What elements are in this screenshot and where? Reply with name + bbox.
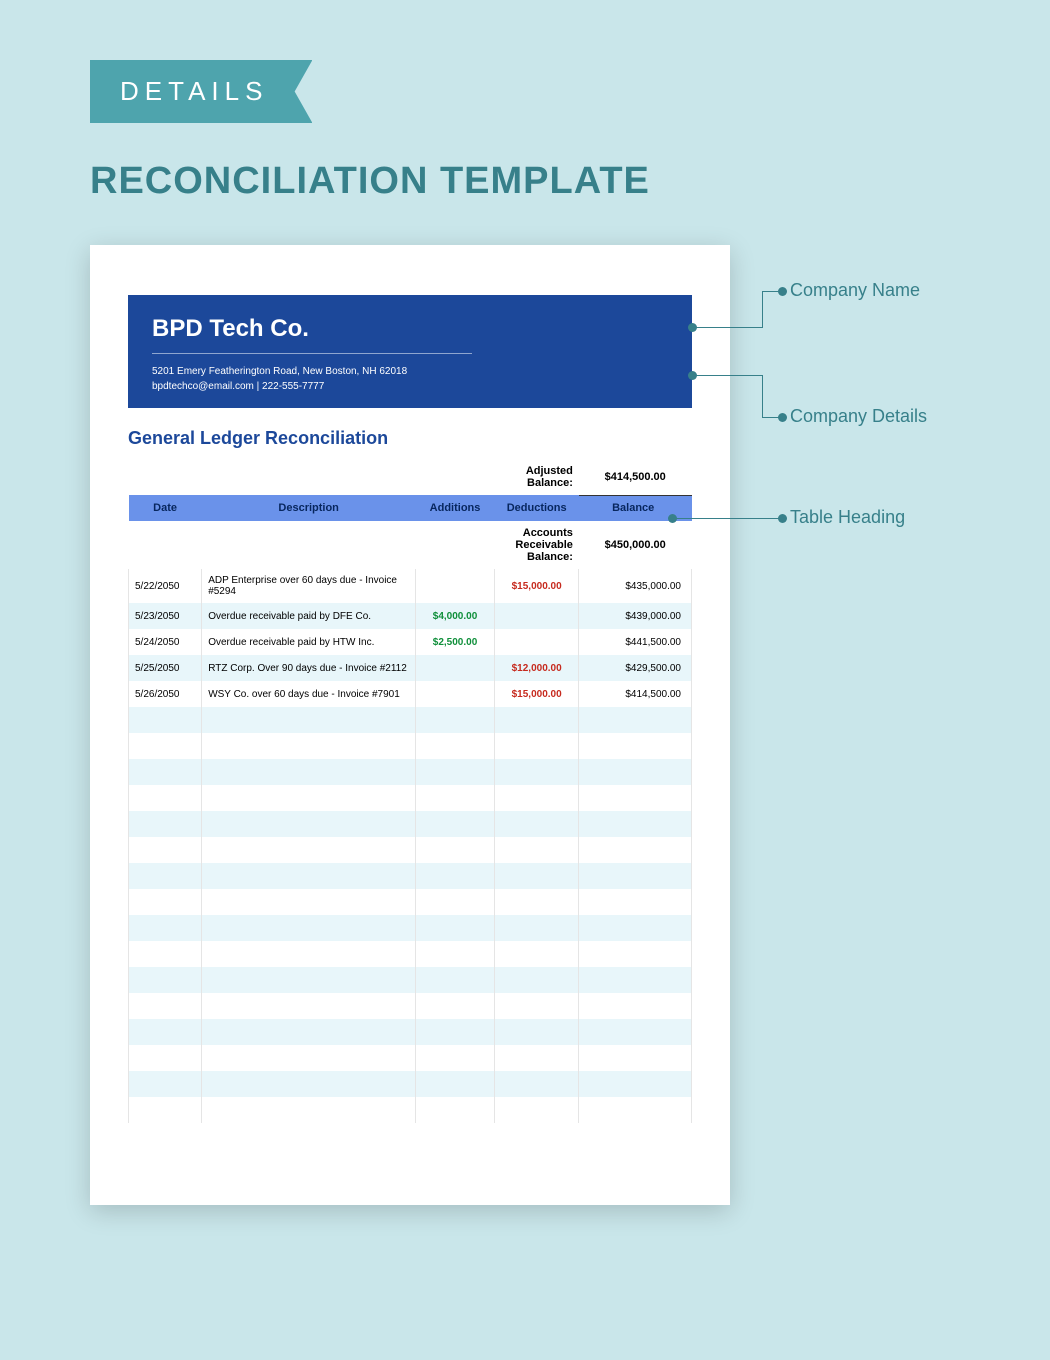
table-row: 5/25/2050RTZ Corp. Over 90 days due - In… xyxy=(129,655,692,681)
cell-bal: $429,500.00 xyxy=(579,655,692,681)
cell-add: $2,500.00 xyxy=(416,629,495,655)
cell-bal: $435,000.00 xyxy=(579,569,692,603)
cell-add xyxy=(416,569,495,603)
table-row: 5/26/2050WSY Co. over 60 days due - Invo… xyxy=(129,681,692,707)
company-name: BPD Tech Co. xyxy=(152,315,309,353)
table-row-empty xyxy=(129,1045,692,1071)
cell-bal: $414,500.00 xyxy=(579,681,692,707)
dot-icon xyxy=(778,413,787,422)
page-title: RECONCILIATION TEMPLATE xyxy=(90,160,650,203)
ar-label: Accounts Receivable Balance: xyxy=(494,521,578,569)
table-row-empty xyxy=(129,707,692,733)
col-add: Additions xyxy=(416,495,495,521)
cell-desc: WSY Co. over 60 days due - Invoice #7901 xyxy=(202,681,416,707)
adjusted-label: Adjusted Balance: xyxy=(494,459,578,495)
cell-desc: RTZ Corp. Over 90 days due - Invoice #21… xyxy=(202,655,416,681)
cell-desc: ADP Enterprise over 60 days due - Invoic… xyxy=(202,569,416,603)
table-row-empty xyxy=(129,785,692,811)
company-address: 5201 Emery Featherington Road, New Bosto… xyxy=(152,364,668,379)
cell-bal: $441,500.00 xyxy=(579,629,692,655)
template-page: BPD Tech Co. 5201 Emery Featherington Ro… xyxy=(90,245,730,1205)
anno-company-details: Company Details xyxy=(790,406,927,427)
col-ded: Deductions xyxy=(494,495,578,521)
cell-date: 5/26/2050 xyxy=(129,681,202,707)
table-row-empty xyxy=(129,1019,692,1045)
anno-table-heading: Table Heading xyxy=(790,507,905,528)
adjusted-value: $414,500.00 xyxy=(579,459,692,495)
dot-icon xyxy=(778,287,787,296)
leader-line xyxy=(693,375,763,376)
cell-desc: Overdue receivable paid by HTW Inc. xyxy=(202,629,416,655)
leader-line xyxy=(693,327,763,328)
table-header-row: Date Description Additions Deductions Ba… xyxy=(129,495,692,521)
cell-date: 5/22/2050 xyxy=(129,569,202,603)
anno-company-name: Company Name xyxy=(790,280,920,301)
adjusted-balance-row: Adjusted Balance: $414,500.00 xyxy=(129,459,692,495)
table-row-empty xyxy=(129,759,692,785)
table-row-empty xyxy=(129,1097,692,1123)
table-row-empty xyxy=(129,863,692,889)
cell-date: 5/23/2050 xyxy=(129,603,202,629)
table-row-empty xyxy=(129,941,692,967)
table-row-empty xyxy=(129,811,692,837)
table-row-empty xyxy=(129,733,692,759)
cell-date: 5/24/2050 xyxy=(129,629,202,655)
leader-line xyxy=(762,375,763,417)
company-header: BPD Tech Co. 5201 Emery Featherington Ro… xyxy=(128,295,692,408)
col-date: Date xyxy=(129,495,202,521)
cell-desc: Overdue receivable paid by DFE Co. xyxy=(202,603,416,629)
table-row: 5/23/2050Overdue receivable paid by DFE … xyxy=(129,603,692,629)
cell-ded: $12,000.00 xyxy=(494,655,578,681)
table-row-empty xyxy=(129,915,692,941)
cell-date: 5/25/2050 xyxy=(129,655,202,681)
table-row: 5/22/2050ADP Enterprise over 60 days due… xyxy=(129,569,692,603)
cell-add: $4,000.00 xyxy=(416,603,495,629)
leader-line xyxy=(762,291,763,327)
table-row-empty xyxy=(129,837,692,863)
company-contact: bpdtechco@email.com | 222-555-7777 xyxy=(152,379,668,394)
table-row-empty xyxy=(129,993,692,1019)
header-rule xyxy=(152,353,472,354)
ar-balance-row: Accounts Receivable Balance: $450,000.00 xyxy=(129,521,692,569)
table-row-empty xyxy=(129,967,692,993)
cell-ded: $15,000.00 xyxy=(494,569,578,603)
dot-icon xyxy=(778,514,787,523)
cell-add xyxy=(416,655,495,681)
cell-ded xyxy=(494,603,578,629)
leader-line xyxy=(673,518,780,519)
cell-ded xyxy=(494,629,578,655)
cell-ded: $15,000.00 xyxy=(494,681,578,707)
cell-add xyxy=(416,681,495,707)
section-title: General Ledger Reconciliation xyxy=(128,428,692,449)
table-row: 5/24/2050Overdue receivable paid by HTW … xyxy=(129,629,692,655)
cell-bal: $439,000.00 xyxy=(579,603,692,629)
ledger-table: Adjusted Balance: $414,500.00 Date Descr… xyxy=(128,459,692,1123)
ar-value: $450,000.00 xyxy=(579,521,692,569)
col-desc: Description xyxy=(202,495,416,521)
table-row-empty xyxy=(129,1071,692,1097)
details-ribbon: DETAILS xyxy=(90,60,312,123)
table-row-empty xyxy=(129,889,692,915)
